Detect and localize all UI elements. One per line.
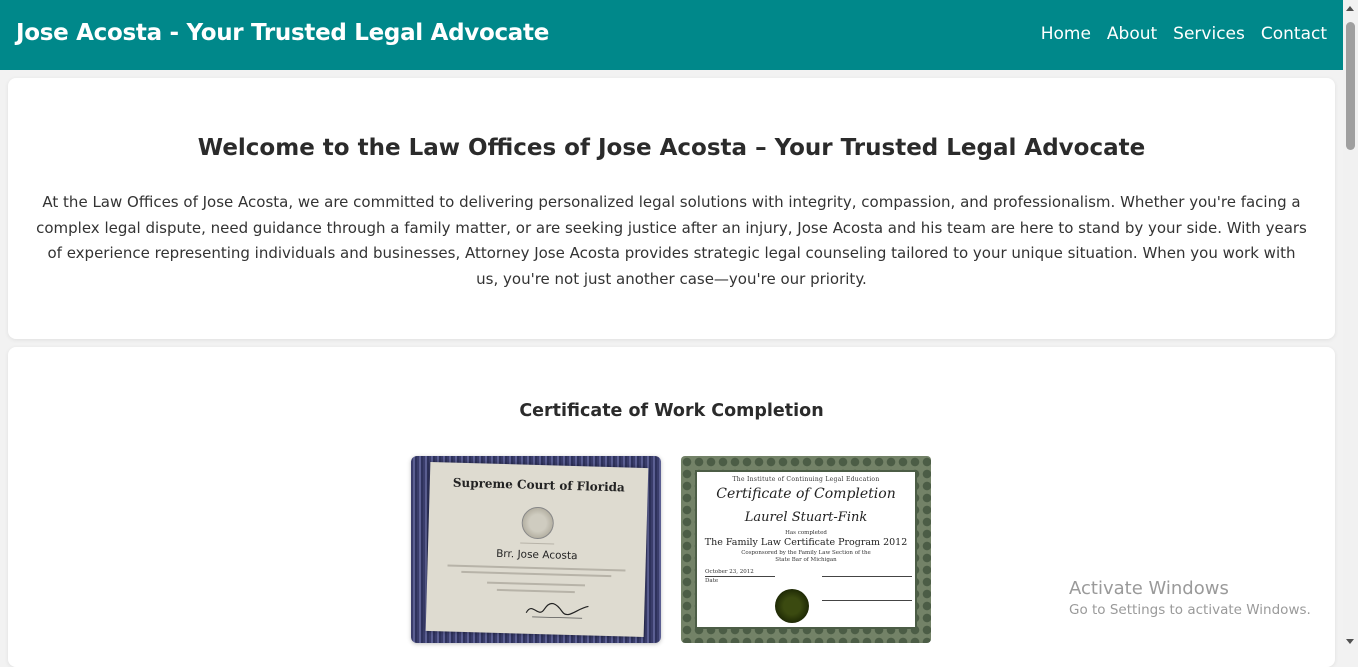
institute-label: The Institute of Continuing Legal Educat… [732, 476, 880, 483]
nav-home-link[interactable]: Home [1041, 24, 1091, 44]
completion-date: October 23, 2012 [705, 569, 754, 575]
gold-seal-icon [775, 589, 809, 623]
nav-about-link[interactable]: About [1107, 24, 1157, 44]
michigan-certificate-name: Laurel Stuart-Fink [744, 510, 868, 525]
text-line [461, 570, 612, 578]
scroll-down-arrow-icon[interactable] [1346, 639, 1354, 644]
nav-contact-link[interactable]: Contact [1261, 24, 1327, 44]
florida-certificate-image: Supreme Court of Florida Brr. Jose Acost… [411, 456, 661, 643]
signature-line [822, 600, 912, 601]
date-line [705, 576, 775, 577]
welcome-section: Welcome to the Law Offices of Jose Acost… [8, 78, 1335, 339]
state-bar-label: State Bar of Michigan [775, 557, 837, 563]
text-line [487, 581, 586, 587]
date-label: Date [705, 578, 719, 584]
text-line [520, 542, 555, 545]
site-title[interactable]: Jose Acosta - Your Trusted Legal Advocat… [16, 20, 549, 46]
scroll-thumb[interactable] [1346, 22, 1355, 150]
main-nav: Home About Services Contact [1041, 24, 1327, 44]
signature-line [822, 576, 912, 577]
florida-certificate-name: Brr. Jose Acosta [496, 547, 578, 563]
florida-certificate-paper: Supreme Court of Florida Brr. Jose Acost… [425, 461, 649, 638]
michigan-certificate-title: Certificate of Completion [716, 486, 896, 502]
activate-windows-watermark: Activate Windows Go to Settings to activ… [1069, 578, 1311, 618]
michigan-certificate-paper: The Institute of Continuing Legal Educat… [695, 470, 917, 629]
cosponsor-label: Cosponsored by the Family Law Section of… [741, 550, 871, 556]
welcome-heading: Welcome to the Law Offices of Jose Acost… [197, 135, 1146, 161]
watermark-subtitle: Go to Settings to activate Windows. [1069, 602, 1311, 618]
certificates-section: Certificate of Work Completion Supreme C… [8, 347, 1335, 667]
text-line [496, 588, 575, 594]
watermark-title: Activate Windows [1069, 578, 1229, 599]
scroll-up-arrow-icon[interactable] [1346, 6, 1354, 11]
court-seal-icon [521, 506, 555, 540]
signature-icon [525, 602, 589, 619]
page-scrollbar[interactable] [1343, 0, 1358, 650]
michigan-certificate-image: The Institute of Continuing Legal Educat… [681, 456, 931, 643]
site-header: Jose Acosta - Your Trusted Legal Advocat… [0, 0, 1343, 70]
florida-certificate-title: Supreme Court of Florida [452, 475, 625, 495]
has-completed-label: Has completed [785, 530, 827, 536]
program-name: The Family Law Certificate Program 2012 [704, 537, 908, 548]
nav-services-link[interactable]: Services [1173, 24, 1245, 44]
certificates-heading: Certificate of Work Completion [519, 401, 824, 421]
welcome-paragraph: At the Law Offices of Jose Acosta, we ar… [36, 193, 1307, 288]
